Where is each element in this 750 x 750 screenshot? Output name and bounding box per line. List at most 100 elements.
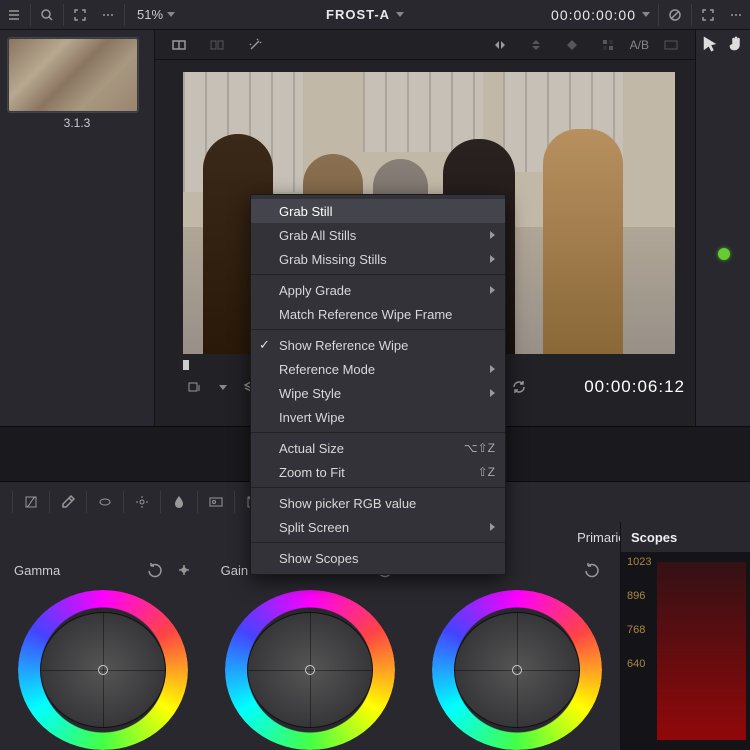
menu-item-label: Apply Grade [279,283,351,298]
menu-item-label: Grab All Stills [279,228,356,243]
blur-icon[interactable] [165,488,193,516]
wand-icon[interactable] [241,31,269,59]
top-bar: 51% FROST-A 00:00:00:00 [0,0,750,30]
window-icon[interactable] [91,488,119,516]
wheel-offset: Offset [413,556,620,750]
menu-item[interactable]: Zoom to Fit ⇧Z [251,460,505,484]
submenu-arrow-icon [490,255,495,263]
check-icon: ✓ [259,337,270,353]
menu-item[interactable]: Reference Mode [251,357,505,381]
timecode-out[interactable]: 00:00:06:12 [584,377,685,397]
submenu-arrow-icon [490,231,495,239]
menu-item-label: Wipe Style [279,386,341,401]
menu-item[interactable]: Invert Wipe [251,405,505,429]
menu-item-label: Split Screen [279,520,349,535]
gallery-panel: 3.1.3 [0,30,155,450]
menu-item-label: Reference Mode [279,362,375,377]
menu-item-label: Grab Still [279,204,332,219]
menu-item[interactable]: Split Screen [251,515,505,539]
wheel-label: Gain [221,563,248,578]
menu-shortcut: ⌥⇧Z [464,441,495,455]
bypass-icon[interactable] [661,1,689,29]
scope-axis: 1023896768640 [627,556,651,670]
chevron-down-icon [396,12,404,17]
viewer-timecode[interactable]: 00:00:00:00 [551,7,636,23]
more-icon[interactable] [94,1,122,29]
ab-label[interactable]: A/B [630,38,649,52]
wipe-horizontal-icon[interactable] [486,31,514,59]
menu-item[interactable]: Actual Size ⌥⇧Z [251,436,505,460]
color-wheel[interactable] [225,590,395,750]
color-wheel[interactable] [432,590,602,750]
wheel-gain: Gain [207,556,414,750]
menu-item[interactable]: Apply Grade [251,278,505,302]
menu-item[interactable]: Wipe Style [251,381,505,405]
menu-item[interactable]: Show Scopes [251,546,505,570]
chevron-down-icon [167,12,175,17]
more-icon[interactable] [722,1,750,29]
menu-item[interactable]: Show picker RGB value [251,491,505,515]
scopes-panel[interactable]: 1023896768640 [620,552,750,750]
eyedropper-icon[interactable] [54,488,82,516]
menu-item-label: Show picker RGB value [279,496,416,511]
chevron-down-icon [642,12,650,17]
pointer-icon[interactable] [700,34,720,54]
submenu-arrow-icon [490,389,495,397]
expand-icon[interactable] [694,1,722,29]
still-label: 3.1.3 [8,116,146,130]
still-thumbnail[interactable] [8,38,138,112]
wipe-vertical-icon[interactable] [522,31,550,59]
menu-item-label: Grab Missing Stills [279,252,387,267]
checkerboard-icon[interactable] [594,31,622,59]
tracker-icon[interactable] [128,488,156,516]
crosshair-icon[interactable] [175,561,193,579]
menu-item[interactable]: ✓ Show Reference Wipe [251,333,505,357]
color-wheels-panel: Gamma Gain Offset [0,552,620,750]
menu-item[interactable]: Grab All Stills [251,223,505,247]
unmix-icon[interactable] [181,373,209,401]
menu-item[interactable]: Grab Still [251,199,505,223]
menu-separator [251,542,505,543]
node-output-indicator[interactable] [718,248,730,260]
color-wheel[interactable] [18,590,188,750]
key-icon[interactable] [202,488,230,516]
menu-item-label: Zoom to Fit [279,465,345,480]
submenu-arrow-icon [490,286,495,294]
curves-icon[interactable] [17,488,45,516]
viewer-context-menu: Grab Still Grab All Stills Grab Missing St… [250,194,506,575]
wheel-gamma: Gamma [0,556,207,750]
clip-name[interactable]: FROST-A [185,7,545,22]
menu-item[interactable]: Grab Missing Stills [251,247,505,271]
menu-item[interactable]: Match Reference Wipe Frame [251,302,505,326]
menu-separator [251,329,505,330]
wipe-diagonal-icon[interactable] [558,31,586,59]
wheel-label: Gamma [14,563,60,578]
search-icon[interactable] [33,1,61,29]
loop-icon[interactable] [505,373,533,401]
menu-item-label: Match Reference Wipe Frame [279,307,452,322]
viewer-toolbar: A/B [155,30,695,60]
menu-shortcut: ⇧Z [478,465,495,479]
image-wipe-icon[interactable] [165,31,193,59]
submenu-arrow-icon [490,365,495,373]
expand-icon[interactable] [66,1,94,29]
menu-item-label: Show Reference Wipe [279,338,408,353]
hand-icon[interactable] [726,34,746,54]
split-view-icon[interactable] [203,31,231,59]
list-icon[interactable] [0,1,28,29]
waveform-plot [657,562,746,740]
chevron-down-icon[interactable] [219,385,227,390]
reset-icon[interactable] [141,556,169,584]
scopes-header: Scopes [620,522,750,552]
node-tools [695,30,750,426]
menu-separator [251,487,505,488]
zoom-level[interactable]: 51% [137,7,175,22]
menu-item-label: Show Scopes [279,551,359,566]
menu-separator [251,274,505,275]
menu-item-label: Invert Wipe [279,410,345,425]
gallery-view-icon[interactable] [657,31,685,59]
menu-separator [251,432,505,433]
submenu-arrow-icon [490,523,495,531]
menu-item-label: Actual Size [279,441,344,456]
reset-icon[interactable] [578,556,606,584]
